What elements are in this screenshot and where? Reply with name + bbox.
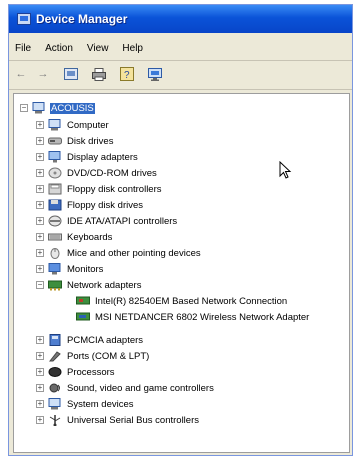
menu-separator: [9, 60, 352, 61]
svg-text:?: ?: [124, 70, 130, 81]
menu-help[interactable]: Help: [122, 43, 143, 54]
tree-item-universal-serial-bus-controllers[interactable]: + Universal Serial Bus controllers: [36, 412, 200, 428]
keyboard-icon: [48, 231, 62, 243]
disk-drive-icon: [48, 135, 62, 147]
tree-item-label: IDE ATA/ATAPI controllers: [67, 215, 178, 227]
expand-toggle[interactable]: +: [36, 400, 44, 408]
tree-item-msi-wireless-adapter[interactable]: MSI NETDANCER 6802 Wireless Network Adap…: [72, 309, 310, 325]
expand-toggle[interactable]: +: [36, 384, 44, 392]
toolbar-separator: [9, 89, 352, 90]
tree-item-label: Intel(R) 82540EM Based Network Connectio…: [95, 295, 288, 307]
forward-arrow-icon[interactable]: →: [35, 66, 51, 82]
tree-item-display-adapters[interactable]: + Display adapters: [36, 149, 139, 165]
tree-item-label: MSI NETDANCER 6802 Wireless Network Adap…: [95, 311, 310, 323]
system-device-icon: [48, 398, 62, 410]
tree-item-disk-drives[interactable]: + Disk drives: [36, 133, 114, 149]
expand-toggle[interactable]: +: [36, 368, 44, 376]
sound-icon: [48, 382, 62, 394]
computer-icon: [48, 119, 62, 131]
tree-item-label: Network adapters: [67, 279, 142, 291]
tree-item-label: Monitors: [67, 263, 104, 275]
monitor-icon: [48, 263, 62, 275]
expand-toggle[interactable]: +: [36, 352, 44, 360]
computer-root-icon: [32, 102, 46, 114]
tree-item-label: Processors: [67, 366, 115, 378]
tree-item-intel-network-connection[interactable]: Intel(R) 82540EM Based Network Connectio…: [72, 293, 288, 309]
tree-item-floppy-disk-controllers[interactable]: + Floppy disk controllers: [36, 181, 163, 197]
properties-icon[interactable]: [63, 66, 79, 82]
tree-item-dvd-cd-rom-drives[interactable]: + DVD/CD-ROM drives: [36, 165, 158, 181]
print-icon[interactable]: [91, 66, 107, 82]
tree-item-sound-video-game-controllers[interactable]: + Sound, video and game controllers: [36, 380, 215, 396]
tree-item-label: Ports (COM & LPT): [67, 350, 150, 362]
tree-item-system-devices[interactable]: + System devices: [36, 396, 135, 412]
tree-item-label: Floppy disk drives: [67, 199, 144, 211]
expand-toggle[interactable]: +: [36, 137, 44, 145]
tree-item-label: Sound, video and game controllers: [67, 382, 214, 394]
cd-drive-icon: [48, 167, 62, 179]
expand-toggle[interactable]: +: [36, 233, 44, 241]
help-icon[interactable]: ?: [119, 66, 135, 82]
port-icon: [48, 350, 62, 362]
tree-item-pcmcia-adapters[interactable]: + PCMCIA adapters: [36, 332, 144, 348]
back-arrow-icon[interactable]: ←: [13, 66, 29, 82]
tree-item-mice-and-other-pointing-devices[interactable]: + Mice and other pointing devices: [36, 245, 202, 261]
display-adapter-icon: [48, 151, 62, 163]
tree-item-floppy-disk-drives[interactable]: + Floppy disk drives: [36, 197, 144, 213]
update-driver-icon[interactable]: [147, 66, 163, 82]
floppy-drive-icon: [48, 199, 62, 211]
tree-item-label: DVD/CD-ROM drives: [67, 167, 157, 179]
menu-view[interactable]: View: [87, 43, 109, 54]
tree-item-label: PCMCIA adapters: [67, 334, 144, 346]
window-title: Device Manager: [36, 12, 128, 26]
tree-item-network-adapters[interactable]: − Network adapters: [36, 277, 142, 293]
tree-item-label: System devices: [67, 398, 134, 410]
title-bar[interactable]: Device Manager: [9, 5, 352, 33]
expand-toggle[interactable]: +: [36, 153, 44, 161]
menu-action[interactable]: Action: [45, 43, 73, 54]
expand-toggle[interactable]: +: [36, 185, 44, 193]
menu-bar: File Action View Help: [9, 37, 352, 59]
expand-toggle[interactable]: +: [36, 249, 44, 257]
network-card-icon: [76, 295, 90, 307]
tree-item-keyboards[interactable]: + Keyboards: [36, 229, 113, 245]
tree-item-processors[interactable]: + Processors: [36, 364, 116, 380]
device-tree-pane: − ACOUSIS + Computer + Disk drives + Dis…: [13, 93, 350, 453]
toolbar: ← → ?: [9, 62, 352, 86]
floppy-controller-icon: [48, 183, 62, 195]
expand-toggle[interactable]: +: [36, 416, 44, 424]
tree-item-label: Computer: [67, 119, 109, 131]
tree-item-label: Disk drives: [67, 135, 114, 147]
expand-toggle[interactable]: +: [36, 217, 44, 225]
pcmcia-icon: [48, 334, 62, 346]
collapse-toggle[interactable]: −: [36, 281, 44, 289]
tree-item-monitors[interactable]: + Monitors: [36, 261, 104, 277]
tree-root-label[interactable]: ACOUSIS: [50, 102, 95, 114]
tree-item-label: Keyboards: [67, 231, 113, 243]
network-adapter-icon: [48, 279, 62, 291]
device-manager-window: Device Manager File Action View Help ← →…: [8, 4, 353, 456]
mouse-pointer-icon: [279, 160, 293, 181]
menu-file[interactable]: File: [15, 43, 31, 54]
tree-item-computer[interactable]: + Computer: [36, 117, 110, 133]
tree-item-ide-ata-atapi-controllers[interactable]: + IDE ATA/ATAPI controllers: [36, 213, 178, 229]
expand-toggle[interactable]: +: [36, 265, 44, 273]
processor-icon: [48, 366, 62, 378]
expand-toggle[interactable]: +: [36, 169, 44, 177]
device-manager-app-icon: [17, 13, 31, 25]
tree-item-ports-com-lpt[interactable]: + Ports (COM & LPT): [36, 348, 150, 364]
expand-toggle[interactable]: +: [36, 336, 44, 344]
tree-root-row[interactable]: − ACOUSIS: [20, 100, 95, 116]
wireless-card-icon: [76, 311, 90, 323]
tree-item-label: Universal Serial Bus controllers: [67, 414, 199, 426]
expand-toggle[interactable]: +: [36, 201, 44, 209]
ide-controller-icon: [48, 215, 62, 227]
usb-icon: [48, 414, 62, 426]
collapse-toggle[interactable]: −: [20, 104, 28, 112]
tree-item-label: Mice and other pointing devices: [67, 247, 201, 259]
tree-item-label: Display adapters: [67, 151, 138, 163]
expand-toggle[interactable]: +: [36, 121, 44, 129]
mouse-icon: [48, 247, 62, 259]
tree-item-label: Floppy disk controllers: [67, 183, 162, 195]
